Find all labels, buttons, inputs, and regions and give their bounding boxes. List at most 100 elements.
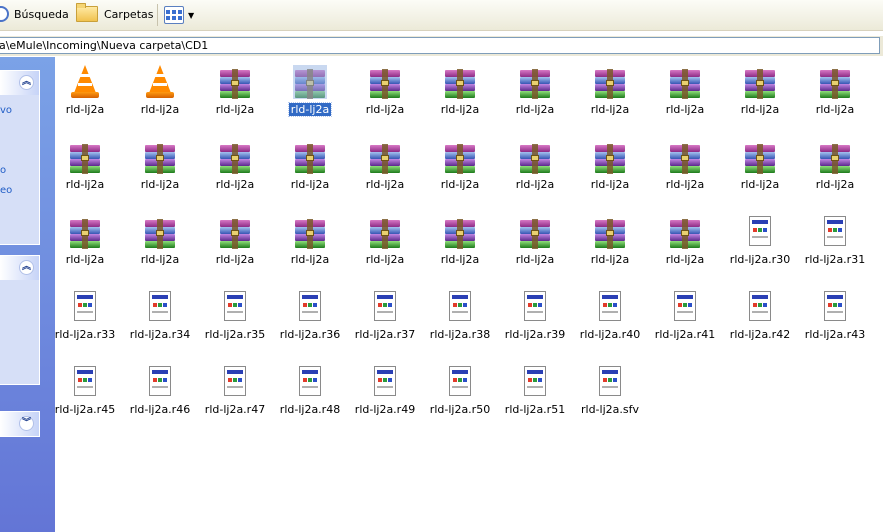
file-item[interactable]: rld-lj2a.r39 [499,290,571,360]
file-item[interactable]: rld-lj2a.r46 [124,365,196,435]
file-item[interactable]: rld-lj2a.r36 [274,290,346,360]
folders-button[interactable]: Carpetas [76,3,153,25]
file-item[interactable]: rld-lj2a [799,65,871,135]
winrar-archive-icon [218,215,252,249]
file-item[interactable]: rld-lj2a [574,65,646,135]
file-item[interactable]: rld-lj2a [799,140,871,210]
file-item[interactable]: rld-lj2a.r48 [274,365,346,435]
file-item[interactable]: rld-lj2a [574,140,646,210]
file-item[interactable]: rld-lj2a [49,140,121,210]
file-item[interactable]: rld-lj2a [199,140,271,210]
file-item[interactable]: rld-lj2a.r30 [724,215,796,285]
winrar-archive-icon [518,140,552,174]
file-item[interactable]: rld-lj2a.r34 [124,290,196,360]
file-name: rld-lj2a.r46 [129,403,191,416]
file-item[interactable]: rld-lj2a [124,215,196,285]
file-name: rld-lj2a [365,178,405,191]
toolbar-separator [157,4,158,26]
file-name: rld-lj2a [140,103,180,116]
file-item[interactable]: rld-lj2a [349,215,421,285]
file-item[interactable]: rld-lj2a [49,65,121,135]
expand-chevron-icon[interactable]: ︾ [19,416,34,431]
file-name: rld-lj2a [515,103,555,116]
file-name: rld-lj2a [290,178,330,191]
search-icon [0,6,9,22]
file-item[interactable]: rld-lj2a.r42 [724,290,796,360]
file-item[interactable]: rld-lj2a [424,140,496,210]
file-name: rld-lj2a [665,253,705,266]
file-item[interactable]: rld-lj2a [274,140,346,210]
file-name: rld-lj2a [287,102,333,117]
file-item[interactable]: rld-lj2a.r50 [424,365,496,435]
search-button[interactable]: Búsqueda [0,3,69,25]
file-item[interactable]: rld-lj2a [199,65,271,135]
file-item[interactable]: rld-lj2a.r43 [799,290,871,360]
file-name: rld-lj2a.r34 [129,328,191,341]
views-button[interactable]: ▼ [164,4,194,26]
file-item[interactable]: rld-lj2a [424,65,496,135]
file-item[interactable]: rld-lj2a [349,140,421,210]
file-item[interactable]: rld-lj2a.r38 [424,290,496,360]
file-view[interactable]: rld-lj2a rld-lj2a rld-lj2a rld-lj2a rld-lj2a… [55,57,883,532]
winrar-archive-icon [518,65,552,99]
file-item[interactable]: rld-lj2a [124,65,196,135]
file-item[interactable]: rld-lj2a.sfv [574,365,646,435]
winrar-archive-icon [518,215,552,249]
file-item[interactable]: rld-lj2a.r31 [799,215,871,285]
file-item[interactable]: rld-lj2a.r37 [349,290,421,360]
file-item[interactable]: rld-lj2a [649,140,721,210]
file-name: rld-lj2a.r37 [354,328,416,341]
winrar-archive-icon [668,140,702,174]
generic-file-icon [743,215,777,249]
file-item[interactable]: rld-lj2a [499,65,571,135]
file-item[interactable]: rld-lj2a [49,215,121,285]
file-item[interactable]: rld-lj2a [274,65,346,135]
task-panel-3-header[interactable]: ︾ [0,412,39,436]
file-item[interactable]: rld-lj2a [349,65,421,135]
task-link-1[interactable]: vo [0,105,12,116]
dropdown-arrow-icon[interactable]: ▼ [188,11,194,20]
generic-file-icon [143,290,177,324]
task-panel-2: ︽ [0,255,40,385]
file-item[interactable]: rld-lj2a.r47 [199,365,271,435]
file-item[interactable]: rld-lj2a.r49 [349,365,421,435]
file-item[interactable]: rld-lj2a.r51 [499,365,571,435]
generic-file-icon [518,290,552,324]
file-item[interactable]: rld-lj2a.r45 [49,365,121,435]
file-item[interactable]: rld-lj2a [199,215,271,285]
file-name: rld-lj2a [440,178,480,191]
file-item[interactable]: rld-lj2a.r35 [199,290,271,360]
file-item[interactable]: rld-lj2a [574,215,646,285]
collapse-chevron-icon[interactable]: ︽ [19,75,34,90]
file-name: rld-lj2a.r49 [354,403,416,416]
winrar-archive-icon [593,65,627,99]
generic-file-icon [818,215,852,249]
file-item[interactable]: rld-lj2a [724,140,796,210]
file-item[interactable]: rld-lj2a [724,65,796,135]
collapse-chevron-icon[interactable]: ︽ [19,260,34,275]
address-field[interactable]: na\eMule\Incoming\Nueva carpeta\CD1 [0,37,880,54]
generic-file-icon [518,365,552,399]
file-name: rld-lj2a.r50 [429,403,491,416]
file-name: rld-lj2a [290,253,330,266]
task-panel-1-header[interactable]: ︽ [0,71,39,95]
file-item[interactable]: rld-lj2a [124,140,196,210]
task-link-3[interactable]: eo [0,185,12,196]
file-item[interactable]: rld-lj2a [649,65,721,135]
file-item[interactable]: rld-lj2a [499,215,571,285]
task-link-2[interactable]: o [0,165,6,176]
winrar-archive-icon [368,215,402,249]
generic-file-icon [293,365,327,399]
file-item[interactable]: rld-lj2a.r41 [649,290,721,360]
winrar-archive-icon [668,215,702,249]
file-item[interactable]: rld-lj2a [274,215,346,285]
file-name: rld-lj2a [440,253,480,266]
task-panel-2-header[interactable]: ︽ [0,256,39,280]
file-item[interactable]: rld-lj2a [499,140,571,210]
file-item[interactable]: rld-lj2a.r33 [49,290,121,360]
file-item[interactable]: rld-lj2a [649,215,721,285]
file-item[interactable]: rld-lj2a.r40 [574,290,646,360]
generic-file-icon [368,290,402,324]
file-item[interactable]: rld-lj2a [424,215,496,285]
file-name: rld-lj2a.r48 [279,403,341,416]
